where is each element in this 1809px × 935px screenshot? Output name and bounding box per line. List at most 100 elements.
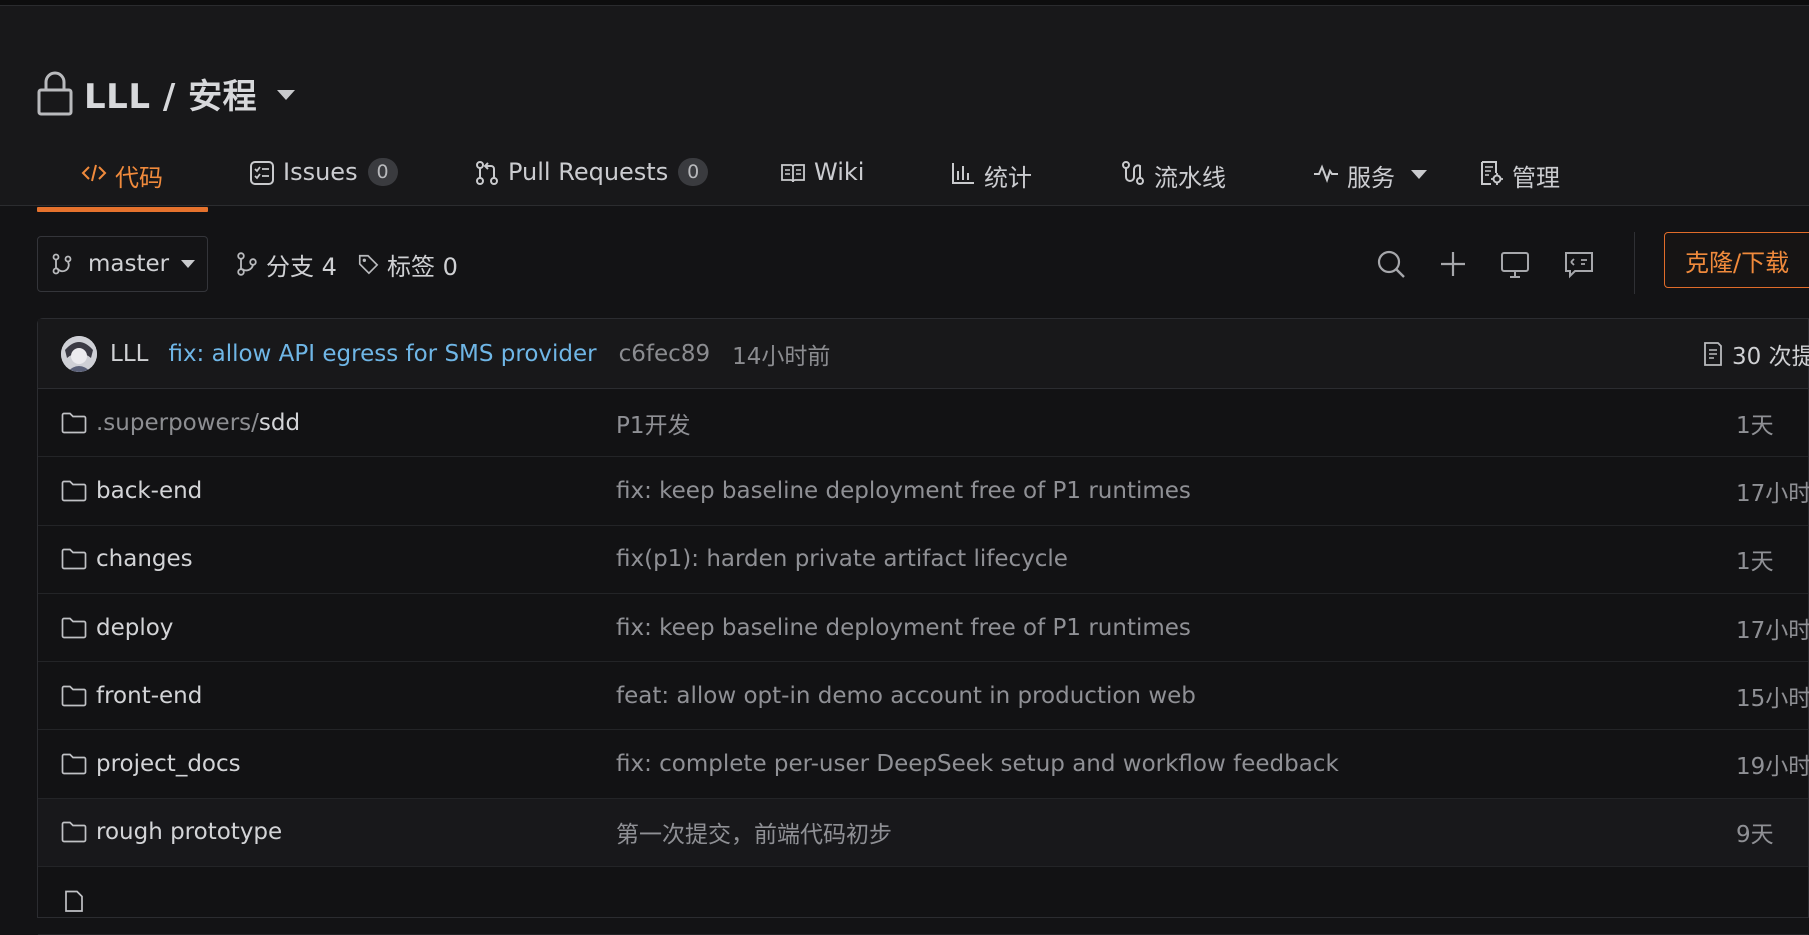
file-list: LLL fix: allow API egress for SMS provid…	[37, 318, 1809, 935]
file-commit-time: 1天	[1736, 412, 1774, 439]
file-name-link[interactable]: front-end	[96, 683, 616, 709]
tag-icon	[358, 254, 379, 275]
tab-pipeline[interactable]: 流水线	[1075, 146, 1265, 212]
file-commit-time: 9天	[1736, 822, 1774, 849]
commit-count-link[interactable]: 30 次提	[1702, 319, 1809, 389]
repo-toolbar: master 分支 4 标签 0 克隆/下载	[37, 232, 1809, 294]
branches-label: 分支 4	[266, 252, 337, 281]
file-commit-time: 15小时	[1736, 685, 1809, 712]
file-name-link[interactable]: rough prototype	[96, 819, 616, 845]
file-commit-time: 1天	[1736, 549, 1774, 576]
repo-menu-chevron-down-icon[interactable]	[277, 90, 296, 100]
bar-chart-icon	[952, 163, 974, 184]
commit-author[interactable]: LLL	[110, 341, 148, 367]
tab-wiki-label: Wiki	[814, 158, 865, 186]
tags-label: 标签 0	[387, 252, 458, 281]
commit-count-label: 30 次提	[1732, 344, 1809, 370]
branch-name: master	[88, 251, 170, 277]
folder-icon	[61, 548, 87, 570]
tab-issues[interactable]: Issues 0	[208, 146, 436, 212]
tab-code[interactable]: 代码	[37, 146, 208, 212]
branches-link[interactable]: 分支 4	[236, 236, 337, 292]
file-name-link[interactable]: changes	[96, 546, 616, 572]
file-commit-message[interactable]: fix: keep baseline deployment free of P1…	[616, 615, 1191, 641]
file-commit-message[interactable]: 第一次提交，前端代码初步	[616, 815, 892, 849]
tab-statistics[interactable]: 统计	[907, 146, 1075, 212]
services-chevron-down-icon	[1411, 170, 1427, 179]
file-commit-message[interactable]: feat: allow opt-in demo account in produ…	[616, 683, 1196, 709]
table-row[interactable]: .superpowers/sdd P1开发 1天	[38, 389, 1808, 458]
file-name-link[interactable]: .superpowers/sdd	[96, 410, 616, 436]
code-icon	[81, 164, 107, 182]
pull-request-icon	[476, 161, 498, 185]
tab-code-label: 代码	[115, 164, 163, 192]
file-name: sdd	[258, 409, 301, 436]
tab-manage-label: 管理	[1512, 164, 1560, 192]
tab-pipeline-label: 流水线	[1154, 164, 1226, 192]
file-icon	[65, 890, 83, 912]
table-row[interactable]: back-end fix: keep baseline deployment f…	[38, 457, 1809, 526]
file-commit-time: 17小时	[1736, 617, 1809, 644]
tab-manage[interactable]: 管理	[1470, 146, 1610, 212]
lock-icon	[37, 71, 73, 116]
table-row[interactable]: rough prototype 第一次提交，前端代码初步 9天	[38, 798, 1808, 868]
avatar-image-icon	[61, 335, 97, 372]
folder-icon	[61, 412, 87, 433]
plus-icon[interactable]	[1435, 246, 1471, 282]
folder-icon	[61, 685, 87, 707]
tab-pull-requests-label: Pull Requests	[508, 158, 669, 186]
file-commit-message[interactable]: fix: complete per-user DeepSeek setup an…	[616, 751, 1339, 777]
tags-link[interactable]: 标签 0	[357, 236, 458, 292]
folder-icon	[61, 617, 87, 638]
repo-title[interactable]: LLL / 安程	[84, 69, 257, 118]
commit-message-link[interactable]: fix: allow API egress for SMS provider	[168, 341, 596, 367]
monitor-icon[interactable]	[1497, 246, 1533, 282]
repo-tabs: 代码 Issues 0 Pull Requests 0 Wiki 统计 流水线 …	[37, 146, 1610, 212]
file-commit-time: 17小时	[1736, 480, 1809, 507]
file-path-prefix: .superpowers/	[96, 409, 259, 436]
branch-chevron-down-icon	[181, 260, 196, 268]
settings-doc-icon	[1481, 161, 1503, 185]
file-name-link[interactable]: project_docs	[96, 751, 616, 777]
repo-header: LLL / 安程 代码 Issues 0 Pull Requests 0 Wik…	[0, 6, 1809, 212]
pull-requests-count-badge: 0	[678, 158, 709, 186]
book-icon	[781, 164, 805, 183]
issues-count-badge: 0	[367, 158, 398, 186]
table-row[interactable]: deploy fix: keep baseline deployment fre…	[38, 594, 1809, 663]
file-commit-message[interactable]: P1开发	[616, 406, 691, 440]
tab-pull-requests[interactable]: Pull Requests 0	[436, 146, 739, 212]
search-icon[interactable]	[1373, 246, 1409, 282]
repo-title-group[interactable]: LLL / 安程	[36, 68, 296, 118]
commit-time: 14小时前	[732, 343, 831, 370]
file-name-link[interactable]: back-end	[96, 478, 616, 504]
table-row[interactable]: front-end feat: allow opt-in demo accoun…	[38, 662, 1809, 731]
issues-icon	[250, 161, 274, 185]
tab-issues-label: Issues	[283, 158, 358, 186]
file-commit-time: 19小时	[1736, 754, 1809, 781]
folder-icon	[61, 753, 87, 775]
pulse-icon	[1314, 164, 1338, 183]
clone-download-button[interactable]: 克隆/下载	[1664, 232, 1809, 288]
folder-icon	[61, 480, 87, 502]
comment-code-icon[interactable]	[1561, 246, 1597, 282]
table-row-partial[interactable]	[38, 867, 1808, 935]
commit-history-icon	[1704, 342, 1722, 366]
file-name-link[interactable]: deploy	[96, 615, 616, 641]
branch-icon	[237, 252, 257, 276]
folder-icon	[61, 822, 87, 843]
file-commit-message[interactable]: fix(p1): harden private artifact lifecyc…	[616, 546, 1068, 572]
pipeline-icon	[1122, 161, 1144, 185]
tab-services-label: 服务	[1347, 164, 1395, 192]
tab-statistics-label: 统计	[984, 164, 1032, 192]
branch-selector[interactable]: master	[37, 236, 208, 292]
table-row[interactable]: changes fix(p1): harden private artifact…	[38, 526, 1808, 594]
table-row[interactable]: project_docs fix: complete per-user Deep…	[38, 730, 1809, 799]
toolbar-divider	[1634, 232, 1635, 294]
latest-commit-bar: LLL fix: allow API egress for SMS provid…	[38, 319, 1809, 389]
tab-wiki[interactable]: Wiki	[739, 146, 907, 212]
file-commit-message[interactable]: fix: keep baseline deployment free of P1…	[616, 478, 1191, 504]
commit-hash[interactable]: c6fec89	[619, 341, 710, 367]
branch-icon	[52, 253, 72, 275]
avatar[interactable]	[61, 335, 97, 372]
tab-services[interactable]: 服务	[1265, 146, 1470, 212]
